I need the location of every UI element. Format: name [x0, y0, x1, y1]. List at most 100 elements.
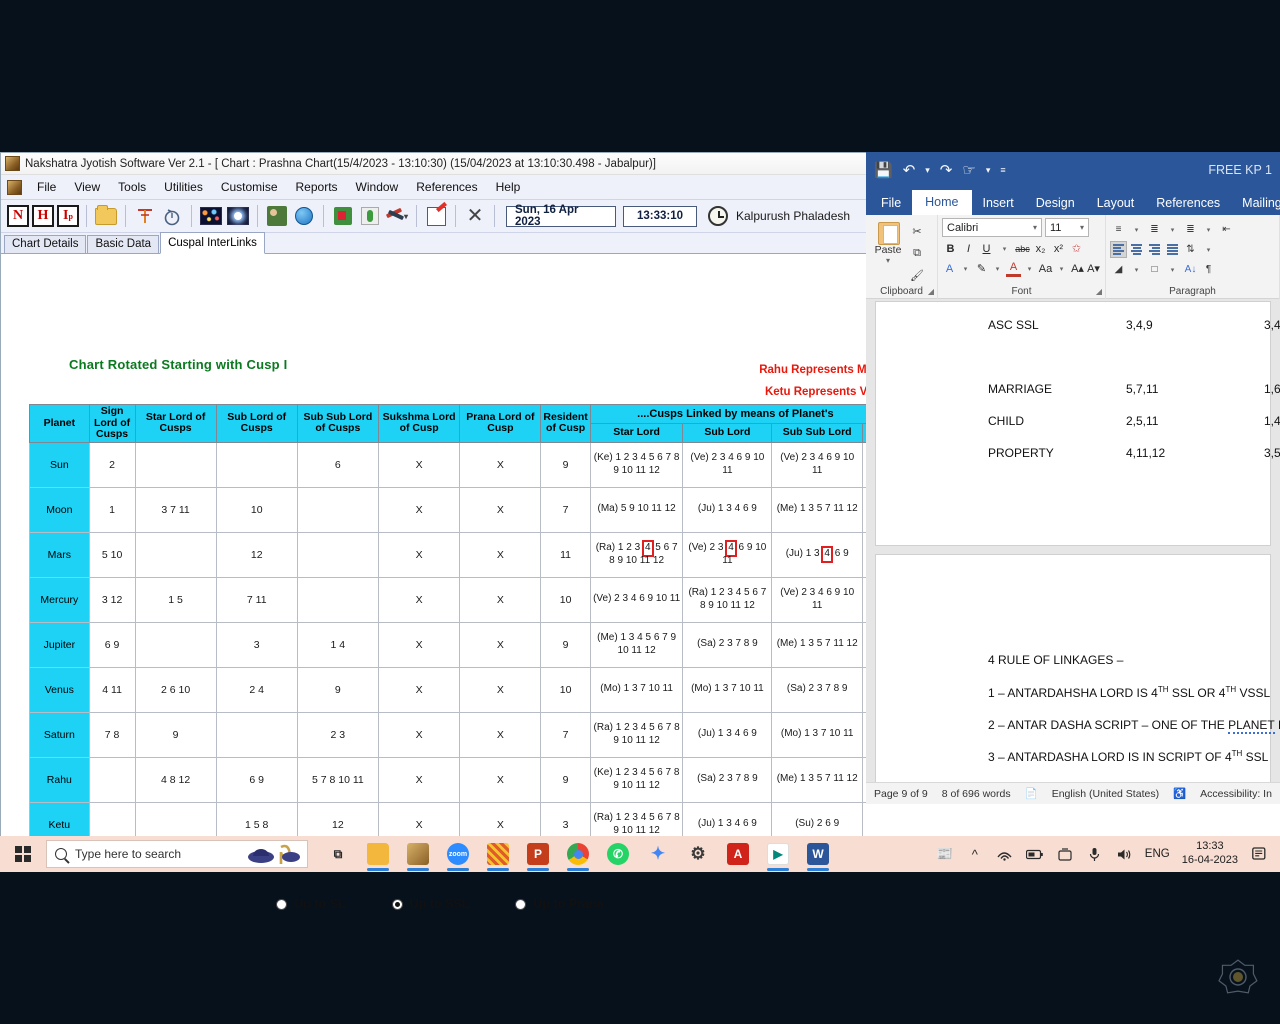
- word-tab-references[interactable]: References: [1145, 192, 1231, 215]
- change-case-icon[interactable]: Aa: [1038, 260, 1053, 277]
- chart-date-field[interactable]: Sun, 16 Apr 2023: [506, 206, 616, 227]
- open-folder-icon[interactable]: [94, 204, 118, 228]
- shrink-font-icon[interactable]: A▾: [1086, 260, 1101, 277]
- menu-reports[interactable]: Reports: [287, 177, 347, 197]
- word-page-2[interactable]: 4 RULE OF LINKAGES – 1 – ANTARDAHSHA LOR…: [875, 554, 1271, 782]
- align-center-icon[interactable]: [1128, 241, 1145, 258]
- proofing-errors-icon[interactable]: 📄: [1025, 787, 1038, 800]
- menu-references[interactable]: References: [407, 177, 486, 197]
- radio-up-to-sl[interactable]: Up to SL: [276, 897, 345, 911]
- word-accessibility-status[interactable]: Accessibility: In: [1200, 788, 1272, 800]
- shading-icon[interactable]: ◢: [1110, 261, 1127, 278]
- powerpoint-icon[interactable]: P: [518, 836, 558, 872]
- paste-dropdown-icon[interactable]: ▾: [886, 256, 890, 265]
- word-document-area[interactable]: ASC SSL 3,4,9 3,4,1 MARRIAGE 5,7,11 1,6,…: [866, 299, 1280, 782]
- sort-icon[interactable]: A↓: [1182, 261, 1199, 278]
- highlight-dropdown-icon[interactable]: ▾: [990, 260, 1005, 277]
- numbering-dropdown-icon[interactable]: ▾: [1164, 221, 1181, 238]
- clock-icon[interactable]: [708, 206, 728, 226]
- plant-remedies-icon[interactable]: [358, 204, 382, 228]
- chrome-icon[interactable]: [558, 836, 598, 872]
- camera-icon[interactable]: [1051, 836, 1079, 872]
- font-name-combobox[interactable]: Calibri ▾: [942, 218, 1042, 237]
- font-color-dropdown-icon[interactable]: ▾: [1022, 260, 1037, 277]
- font-size-combobox[interactable]: 11 ▾: [1045, 218, 1089, 237]
- bullets-dropdown-icon[interactable]: ▾: [1128, 221, 1145, 238]
- word-tab-insert[interactable]: Insert: [972, 192, 1025, 215]
- natal-chart-icon[interactable]: N: [7, 205, 29, 227]
- table-row[interactable]: Jupiter6 931 4XX9(Me) 1 3 4 5 6 7 9 10 1…: [30, 622, 881, 667]
- tab-cuspal-interlinks[interactable]: Cuspal InterLinks: [160, 232, 265, 254]
- superscript-button[interactable]: x²: [1050, 240, 1067, 257]
- undo-icon[interactable]: ↶: [903, 161, 916, 179]
- copy-icon[interactable]: ⧉: [908, 244, 926, 262]
- table-row[interactable]: Sun26XX9(Ke) 1 2 3 4 5 6 7 8 9 10 11 12(…: [30, 442, 881, 487]
- bullets-icon[interactable]: ≡: [1110, 221, 1127, 238]
- google-meet-icon[interactable]: ▶: [758, 836, 798, 872]
- whatsapp-icon[interactable]: ✆: [598, 836, 638, 872]
- strikethrough-button[interactable]: abc: [1014, 240, 1031, 257]
- microphone-icon[interactable]: [1081, 836, 1109, 872]
- menu-tools[interactable]: Tools: [109, 177, 155, 197]
- table-row[interactable]: Venus4 112 6 102 49XX10(Mo) 1 3 7 10 11(…: [30, 667, 881, 712]
- menu-utilities[interactable]: Utilities: [155, 177, 212, 197]
- close-chart-icon[interactable]: ✕: [463, 204, 487, 228]
- multilevel-list-icon[interactable]: ≣: [1182, 221, 1199, 238]
- gemini-icon[interactable]: ✦: [638, 836, 678, 872]
- word-icon[interactable]: W: [798, 836, 838, 872]
- menu-file[interactable]: File: [28, 177, 65, 197]
- word-language[interactable]: English (United States): [1052, 788, 1159, 800]
- text-effects-icon[interactable]: A: [942, 260, 957, 277]
- nakshatra-stars-icon[interactable]: [199, 204, 223, 228]
- table-row[interactable]: Mercury3 121 57 11XX10(Ve) 2 3 4 6 9 10 …: [30, 577, 881, 622]
- font-dialog-launcher-icon[interactable]: ◢: [1096, 287, 1102, 296]
- settings-tools-icon[interactable]: ▾: [385, 204, 409, 228]
- bold-button[interactable]: B: [942, 240, 959, 257]
- table-row[interactable]: Saturn7 892 3XX7(Ra) 1 2 3 4 5 6 7 8 9 1…: [30, 712, 881, 757]
- line-spacing-dropdown-icon[interactable]: ▾: [1200, 241, 1217, 258]
- clipboard-dialog-launcher-icon[interactable]: ◢: [928, 287, 934, 296]
- prashna-chart-icon[interactable]: Ip: [57, 205, 79, 227]
- taskbar-clock[interactable]: 13:33 16-04-2023: [1176, 840, 1244, 868]
- word-tab-file[interactable]: File: [870, 192, 912, 215]
- cuspal-interlinks-table-wrapper[interactable]: ✕✕✓✓✕✕✓✕✓ Planet Sign Lord of Cusps Star…: [29, 404, 881, 1016]
- text-highlight-color-icon[interactable]: ✎: [974, 260, 989, 277]
- justify-icon[interactable]: [1164, 241, 1181, 258]
- radio-up-to-prana-dot[interactable]: [515, 899, 526, 910]
- language-indicator[interactable]: ENG: [1141, 848, 1174, 860]
- wifi-icon[interactable]: [991, 836, 1019, 872]
- battery-icon[interactable]: [1021, 836, 1049, 872]
- underline-button[interactable]: U: [978, 240, 995, 257]
- task-view-icon[interactable]: ⧉: [318, 836, 358, 872]
- start-button[interactable]: [0, 836, 46, 872]
- table-row[interactable]: Moon13 7 1110XX7(Ma) 5 9 10 11 12(Ju) 1 …: [30, 487, 881, 532]
- action-center-icon[interactable]: [1246, 836, 1274, 872]
- radio-up-to-ssl-dot[interactable]: [392, 899, 403, 910]
- cut-icon[interactable]: ✂: [908, 222, 926, 240]
- menu-help[interactable]: Help: [487, 177, 530, 197]
- text-effects-dropdown-icon[interactable]: ▾: [958, 260, 973, 277]
- radio-up-to-sl-dot[interactable]: [276, 899, 287, 910]
- word-tab-design[interactable]: Design: [1025, 192, 1086, 215]
- menu-window[interactable]: Window: [347, 177, 408, 197]
- word-page-1[interactable]: ASC SSL 3,4,9 3,4,1 MARRIAGE 5,7,11 1,6,…: [875, 301, 1271, 546]
- undo-dropdown-icon[interactable]: ▾: [925, 165, 930, 176]
- shading-dropdown-icon[interactable]: ▾: [1128, 261, 1145, 278]
- adobe-reader-icon[interactable]: A: [718, 836, 758, 872]
- table-row[interactable]: Rahu4 8 126 95 7 8 10 11XX9(Ke) 1 2 3 4 …: [30, 757, 881, 802]
- eclipse-icon[interactable]: [226, 204, 250, 228]
- tab-basic-data[interactable]: Basic Data: [87, 235, 159, 253]
- subscript-button[interactable]: x₂: [1032, 240, 1049, 257]
- borders-dropdown-icon[interactable]: ▾: [1164, 261, 1181, 278]
- word-tab-home[interactable]: Home: [912, 190, 971, 215]
- show-formatting-marks-icon[interactable]: ¶: [1200, 261, 1217, 278]
- touch-mode-dropdown-icon[interactable]: ▾: [986, 165, 991, 176]
- font-size-caret-icon[interactable]: ▾: [1080, 223, 1084, 232]
- globe-location-icon[interactable]: [292, 204, 316, 228]
- table-row[interactable]: Mars5 1012XX11(Ra) 1 2 3 4 5 6 7 8 9 10 …: [30, 532, 881, 577]
- grow-font-icon[interactable]: A▴: [1070, 260, 1085, 277]
- transit-icon[interactable]: [133, 204, 157, 228]
- borders-icon[interactable]: □: [1146, 261, 1163, 278]
- format-painter-icon[interactable]: 🖌: [908, 266, 926, 284]
- redo-icon[interactable]: ↷: [940, 161, 953, 179]
